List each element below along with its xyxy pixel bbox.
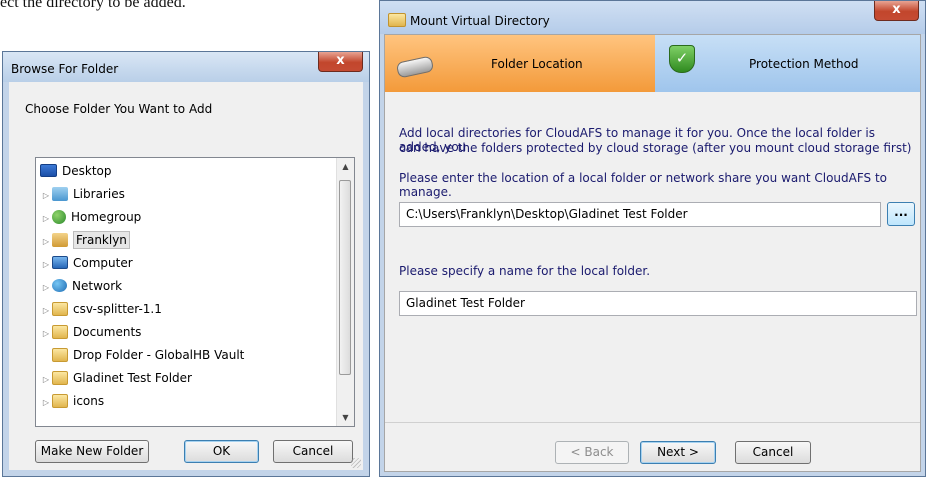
folder-tree[interactable]: Desktop ▷ Libraries ▷ Homegroup ▷ Franklyn ▷ Com… <box>35 157 355 427</box>
tree-item-label: Libraries <box>73 187 125 201</box>
back-button[interactable]: < Back <box>555 441 629 464</box>
expand-arrow-icon[interactable]: ▷ <box>40 300 52 322</box>
folder-icon <box>52 370 68 385</box>
browse-cancel-button[interactable]: Cancel <box>273 440 353 463</box>
tree-item[interactable]: ▷ Gladinet Test Folder <box>40 367 192 389</box>
browse-location-button[interactable]: ... <box>887 202 915 226</box>
wizard-step-bar: Folder Location ✓ Protection Method <box>385 35 920 92</box>
folder-icon <box>52 324 68 339</box>
mount-close-button[interactable]: x <box>874 1 919 21</box>
folder-icon <box>52 301 68 316</box>
expand-arrow-icon[interactable]: ▷ <box>40 392 52 414</box>
computer-icon <box>52 256 68 269</box>
description-line-2: can have the folders protected by cloud … <box>399 141 912 155</box>
mount-dialog-title: Mount Virtual Directory <box>410 14 550 28</box>
expand-arrow-icon[interactable]: ▷ <box>40 208 52 230</box>
location-prompt: Please enter the location of a local fol… <box>399 171 888 199</box>
tree-item-label: Franklyn <box>73 231 130 249</box>
browse-prompt: Choose Folder You Want to Add <box>25 102 213 116</box>
expand-arrow-icon[interactable]: ▷ <box>40 277 52 299</box>
tree-item-label: csv-splitter-1.1 <box>73 302 162 316</box>
expand-arrow-icon[interactable]: ▷ <box>40 185 52 207</box>
tree-item[interactable]: ▷ Network <box>40 275 122 297</box>
tree-item-label: Homegroup <box>71 210 142 224</box>
libraries-icon <box>52 186 68 201</box>
browse-dialog-title: Browse For Folder <box>11 62 119 76</box>
mount-dialog-client: Folder Location ✓ Protection Method Add … <box>384 34 921 472</box>
tree-item[interactable]: Desktop <box>40 160 112 182</box>
expand-arrow-icon[interactable]: ▷ <box>40 369 52 391</box>
scroll-down-arrow-icon[interactable]: ▼ <box>337 409 354 426</box>
tree-item-label: Computer <box>73 256 133 270</box>
footer-divider <box>385 422 920 423</box>
folder-name-input[interactable]: Gladinet Test Folder <box>399 291 917 316</box>
step-folder-location[interactable]: Folder Location <box>385 35 655 92</box>
expand-arrow-icon[interactable]: ▷ <box>40 254 52 276</box>
step-protection-method-label: Protection Method <box>749 57 859 71</box>
tree-scrollbar[interactable]: ▲ ▼ <box>336 158 354 426</box>
tree-item-label: Gladinet Test Folder <box>73 371 192 385</box>
tree-item[interactable]: ▷ icons <box>40 390 104 412</box>
folder-icon <box>52 347 68 362</box>
step-folder-location-label: Folder Location <box>491 57 583 71</box>
name-prompt: Please specify a name for the local fold… <box>399 264 651 278</box>
shield-check-icon: ✓ <box>669 45 695 73</box>
tree-item[interactable]: ▷ Documents <box>40 321 141 343</box>
tree-item[interactable]: ▷ Computer <box>40 252 133 274</box>
ok-button[interactable]: OK <box>184 440 259 463</box>
mount-dialog-titlebar[interactable]: Mount Virtual Directory x <box>380 1 925 34</box>
tree-item[interactable]: ▷ csv-splitter-1.1 <box>40 298 162 320</box>
tree-item[interactable]: ▷ Libraries <box>40 183 125 205</box>
tree-item-label: Desktop <box>62 164 112 178</box>
tree-item-label: Documents <box>73 325 142 339</box>
expand-arrow-icon[interactable]: ▷ <box>40 231 52 253</box>
tree-item-label: icons <box>73 394 105 408</box>
homegroup-icon <box>52 209 66 224</box>
folder-icon <box>52 393 68 408</box>
scroll-up-arrow-icon[interactable]: ▲ <box>337 158 354 175</box>
folder-icon <box>388 13 406 27</box>
mount-virtual-directory-dialog: Mount Virtual Directory x Folder Locatio… <box>379 0 926 477</box>
expand-arrow-icon[interactable]: ▷ <box>40 323 52 345</box>
tree-item-label: Drop Folder - GlobalHB Vault <box>73 348 245 362</box>
user-folder-icon <box>52 232 68 247</box>
tree-item[interactable]: ▷ Homegroup <box>40 206 141 228</box>
tree-item-label: Network <box>72 279 123 293</box>
browse-dialog-client: Choose Folder You Want to Add Desktop ▷ Li… <box>9 82 363 470</box>
desktop-icon <box>40 164 57 177</box>
resize-grip-icon[interactable] <box>351 458 361 468</box>
next-button[interactable]: Next > <box>640 441 716 464</box>
background-document-text: ect the directory to be added. <box>0 0 186 11</box>
scroll-thumb[interactable] <box>339 180 351 375</box>
browse-for-folder-dialog: Browse For Folder x Choose Folder You Wa… <box>2 51 370 477</box>
browse-close-button[interactable]: x <box>318 52 363 72</box>
folder-location-input[interactable]: C:\Users\Franklyn\Desktop\Gladinet Test … <box>399 202 881 227</box>
mount-cancel-button[interactable]: Cancel <box>735 441 811 464</box>
browse-dialog-titlebar[interactable]: Browse For Folder x <box>3 52 369 82</box>
step-protection-method[interactable]: ✓ Protection Method <box>655 35 920 92</box>
tree-item[interactable]: ▷ Franklyn <box>40 229 130 251</box>
disk-icon <box>395 55 435 79</box>
tree-item[interactable]: Drop Folder - GlobalHB Vault <box>40 344 244 366</box>
make-new-folder-button[interactable]: Make New Folder <box>35 440 149 463</box>
network-icon <box>52 279 67 292</box>
